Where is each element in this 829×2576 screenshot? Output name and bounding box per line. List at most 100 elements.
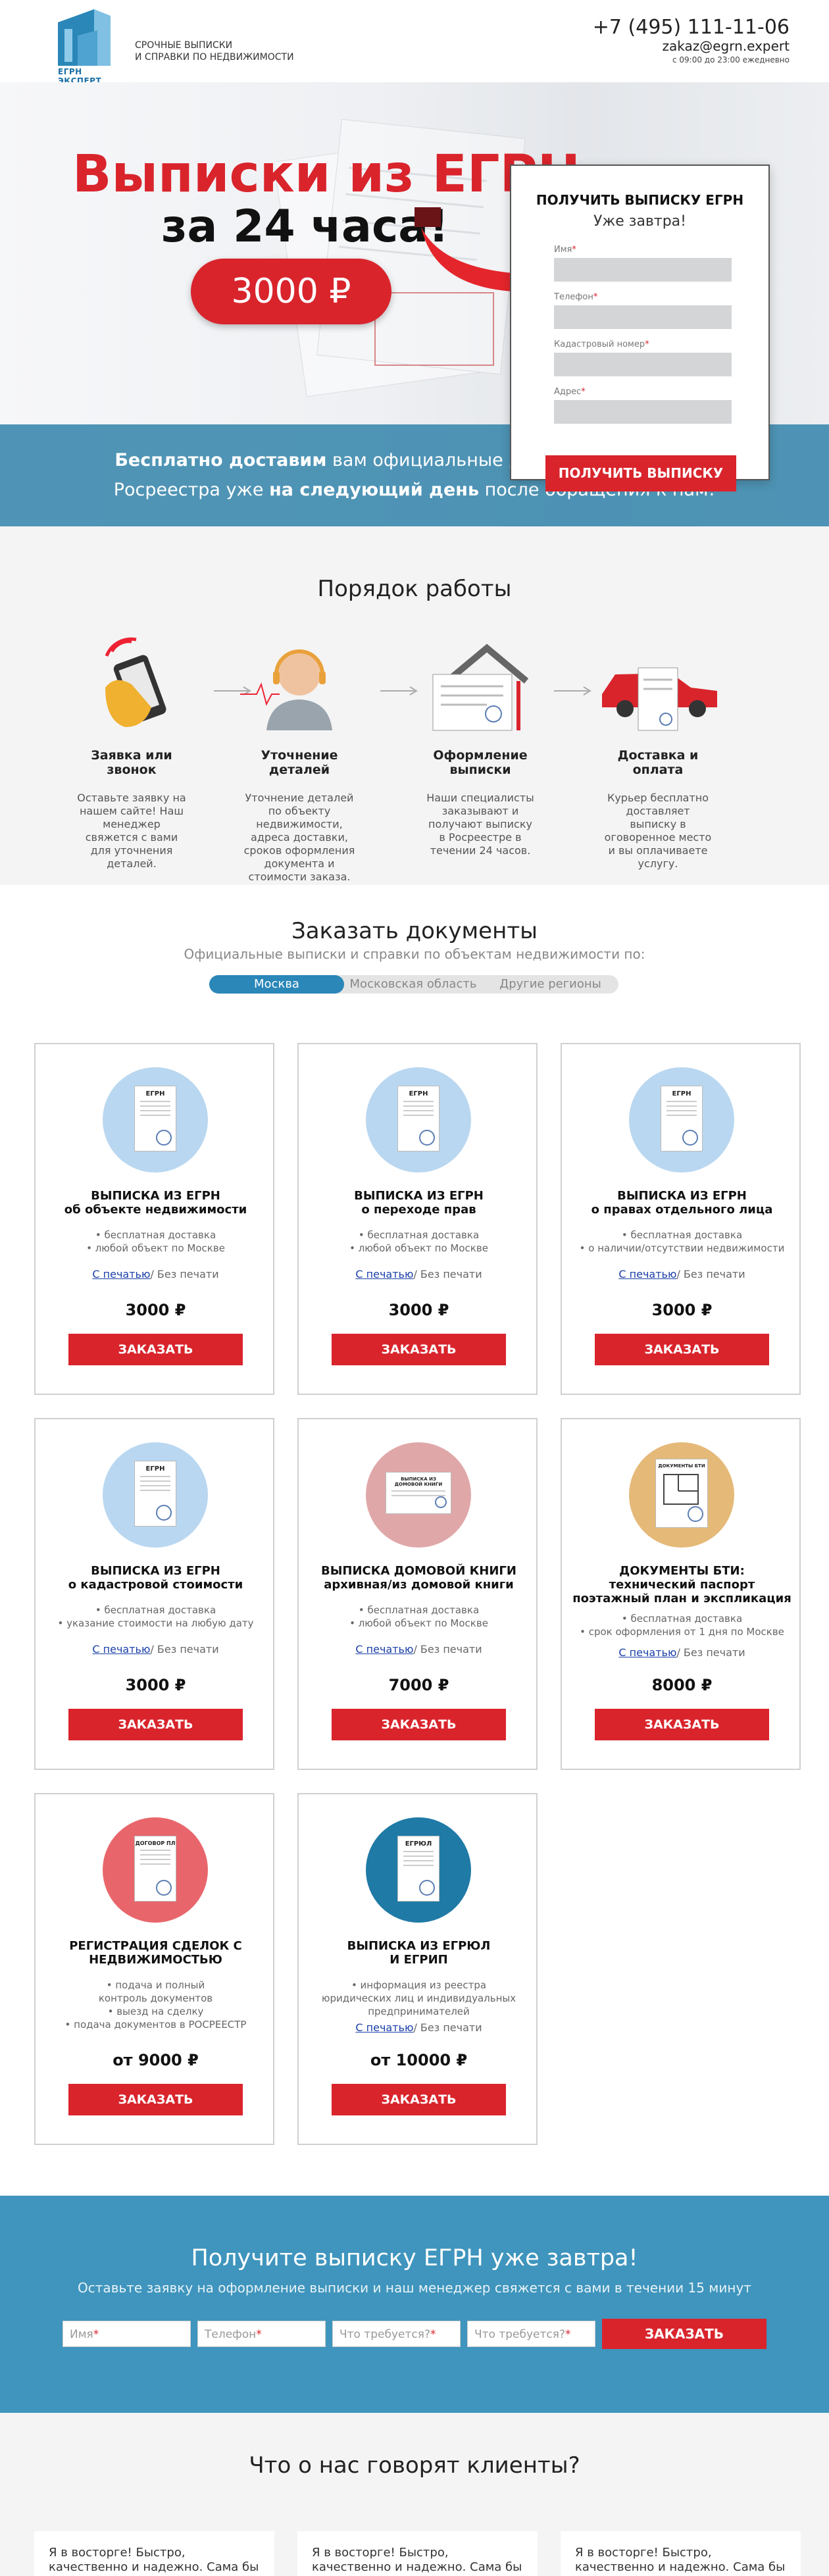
address-field-group: Адрес* <box>554 387 732 424</box>
tab-moscow[interactable]: Москва <box>209 975 344 994</box>
form-subtitle: Уже завтра! <box>593 213 686 230</box>
house-book-document-icon: ВЫПИСКА ИЗ ДОМОВОЙ КНИГИ <box>366 1442 471 1548</box>
step-title: Доставка и оплата <box>617 748 699 777</box>
card-title: РЕГИСТРАЦИЯ СДЕЛОК С НЕДВИЖИМОСТЬЮ <box>69 1939 242 1967</box>
hero-subtitle: за 24 часа! <box>161 201 449 253</box>
step-processing: Оформление выписки Наши специалисты зака… <box>414 635 546 857</box>
order-button[interactable]: ЗАКАЗАТЬ <box>595 1334 769 1365</box>
order-button[interactable]: ЗАКАЗАТЬ <box>332 1709 506 1740</box>
with-stamp-link[interactable]: С печатью <box>355 1268 413 1280</box>
order-button[interactable]: ЗАКАЗАТЬ <box>332 1334 506 1365</box>
reviews-section: Что о нас говорят клиенты? Я в восторге!… <box>0 2413 829 2576</box>
cta-name-input[interactable]: Имя* <box>63 2321 191 2347</box>
cta-order-button[interactable]: ЗАКАЗАТЬ <box>602 2319 766 2349</box>
order-subtitle: Официальные выписки и справки по объекта… <box>184 946 645 962</box>
cta-section: Получите выписку ЕГРН уже завтра! Оставь… <box>0 2196 829 2413</box>
with-stamp-link[interactable]: С печатью <box>355 2021 413 2034</box>
card-features: • информация из реестра юридических лиц и… <box>321 1979 516 2017</box>
name-field-group: Имя* <box>554 245 732 282</box>
arrow-right-icon <box>554 686 591 695</box>
order-button[interactable]: ЗАКАЗАТЬ <box>595 1709 769 1740</box>
card-price: 3000 ₽ <box>125 1676 186 1694</box>
process-section: Порядок работы Заявка или звонок Оставьт… <box>0 526 829 885</box>
order-button[interactable]: ЗАКАЗАТЬ <box>68 1334 243 1365</box>
review-card: Я в восторге! Быстро, качественно и наде… <box>34 2531 274 2576</box>
print-option: С печатью/ Без печати <box>355 1643 482 1655</box>
cta-title: Получите выписку ЕГРН уже завтра! <box>191 2245 638 2271</box>
egrn-document-icon: ЕГРН <box>103 1067 208 1173</box>
with-stamp-link[interactable]: С печатью <box>92 1643 150 1655</box>
phone-hand-icon <box>105 637 166 727</box>
print-option: С печатью/ Без печати <box>92 1268 219 1280</box>
with-stamp-link[interactable]: С печатью <box>618 1268 676 1280</box>
cta-phone-input[interactable]: Телефон* <box>197 2321 326 2347</box>
product-card: ВЫПИСКА ИЗ ДОМОВОЙ КНИГИ ВЫПИСКА ДОМОВОЙ… <box>297 1418 538 1770</box>
product-card: ЕГРЮЛ ВЫПИСКА ИЗ ЕГРЮЛ И ЕГРИП • информац… <box>297 1793 538 2145</box>
card-features: • подача и полный контроль документов • вы… <box>64 1979 247 2031</box>
with-stamp-link[interactable]: С печатью <box>355 1643 413 1655</box>
step-text: Уточнение деталей по объекту недвижимост… <box>243 792 355 883</box>
tab-other-regions[interactable]: Другие регионы <box>482 975 618 994</box>
print-option: С печатью/ Без печати <box>92 1643 219 1655</box>
tab-moscow-region[interactable]: Московская область <box>344 975 482 994</box>
price-badge: 3000 ₽ <box>191 259 391 324</box>
phone-field-group: Телефон* <box>554 292 732 329</box>
step-text: Наши специалисты заказывают и получают в… <box>426 792 534 857</box>
form-title: ПОЛУЧИТЬ ВЫПИСКУ ЕГРН <box>536 192 744 208</box>
card-price: от 9000 ₽ <box>113 2051 199 2069</box>
step-text: Курьер бесплатно доставляет выписку в ог… <box>604 792 712 870</box>
product-card: ДОКУМЕНТЫ БТИ ДОКУМЕНТЫ БТИ: технический … <box>561 1418 801 1770</box>
card-price: 3000 ₽ <box>651 1301 713 1319</box>
with-stamp-link[interactable]: С печатью <box>618 1646 676 1659</box>
cta-request-input[interactable]: Что требуется?* <box>332 2321 461 2347</box>
get-extract-button[interactable]: ПОЛУЧИТЬ ВЫПИСКУ <box>545 455 736 492</box>
logo-building-icon <box>58 9 111 66</box>
cadastral-number-input[interactable] <box>554 353 732 376</box>
email-link[interactable]: zakaz@egrn.expert <box>663 38 790 54</box>
order-button[interactable]: ЗАКАЗАТЬ <box>332 2084 506 2115</box>
review-card: Я в восторге! Быстро, качественно и наде… <box>297 2531 538 2576</box>
working-hours: с 09:00 до 23:00 ежедневно <box>672 55 790 64</box>
review-card: Я в восторге! Быстро, качественно и наде… <box>561 2531 801 2576</box>
step-request: Заявка или звонок Оставьте заявку на наш… <box>66 635 197 871</box>
card-title: ВЫПИСКА ИЗ ЕГРН об объекте недвижимости <box>64 1189 247 1217</box>
product-card: ЕГРН ВЫПИСКА ИЗ ЕГРН об объекте недвижимо… <box>34 1043 274 1395</box>
card-features: • бесплатная доставка • срок оформления о… <box>580 1613 784 1638</box>
card-price: от 10000 ₽ <box>370 2051 468 2069</box>
product-card: ДОГОВОР ПЛ РЕГИСТРАЦИЯ СДЕЛОК С НЕДВИЖИМО… <box>34 1793 274 2145</box>
cta-request-input-2[interactable]: Что требуется?* <box>467 2321 595 2347</box>
site-header: ЕГРН ЭКСПЕРТ Срочные выписки и справки п… <box>0 0 829 86</box>
name-input[interactable] <box>554 258 732 282</box>
card-price: 3000 ₽ <box>125 1301 186 1319</box>
egrn-document-icon: ЕГРН <box>366 1067 471 1173</box>
card-price: 8000 ₽ <box>651 1676 713 1694</box>
car-document-icon <box>602 667 717 731</box>
step-title: Уточнение деталей <box>261 748 338 777</box>
card-title: ВЫПИСКА ДОМОВОЙ КНИГИ архивная/из домовой… <box>321 1564 516 1592</box>
logo[interactable]: ЕГРН ЭКСПЕРТ <box>58 9 127 86</box>
address-input[interactable] <box>554 400 732 424</box>
card-title: ВЫПИСКА ИЗ ЕГРН о переходе прав <box>354 1189 484 1217</box>
request-form: ПОЛУЧИТЬ ВЫПИСКУ ЕГРН Уже завтра! Имя* Т… <box>510 164 770 492</box>
phone-link[interactable]: +7 (495) 111-11-06 <box>593 16 790 39</box>
step-clarify: Уточнение деталей Уточнение деталей по о… <box>234 635 365 884</box>
order-button[interactable]: ЗАКАЗАТЬ <box>68 2084 243 2115</box>
card-title: ВЫПИСКА ИЗ ЕГРН о правах отдельного лица <box>591 1189 773 1217</box>
headset-operator-icon <box>240 649 332 730</box>
with-stamp-link[interactable]: С печатью <box>92 1268 150 1280</box>
order-button[interactable]: ЗАКАЗАТЬ <box>68 1709 243 1740</box>
egrul-document-icon: ЕГРЮЛ <box>366 1817 471 1923</box>
product-card: ЕГРН ВЫПИСКА ИЗ ЕГРН о кадастровой стоимо… <box>34 1418 274 1770</box>
card-features: • бесплатная доставка • о наличии/отсутст… <box>579 1229 785 1254</box>
print-option: С печатью/ Без печати <box>618 1268 745 1280</box>
egrn-document-icon: ЕГРН <box>103 1442 208 1548</box>
card-title: ВЫПИСКА ИЗ ЕГРЮЛ И ЕГРИП <box>347 1939 491 1967</box>
egrn-document-icon: ЕГРН <box>629 1067 734 1173</box>
order-title: Заказать документы <box>291 918 538 944</box>
card-features: • бесплатная доставка • любой объект по М… <box>349 1604 488 1629</box>
print-option: С печатью/ Без печати <box>618 1646 745 1659</box>
card-price: 7000 ₽ <box>388 1676 449 1694</box>
phone-input[interactable] <box>554 305 732 329</box>
tagline: Срочные выписки и справки по недвижимост… <box>135 40 294 63</box>
contract-document-icon: ДОГОВОР ПЛ <box>103 1817 208 1923</box>
